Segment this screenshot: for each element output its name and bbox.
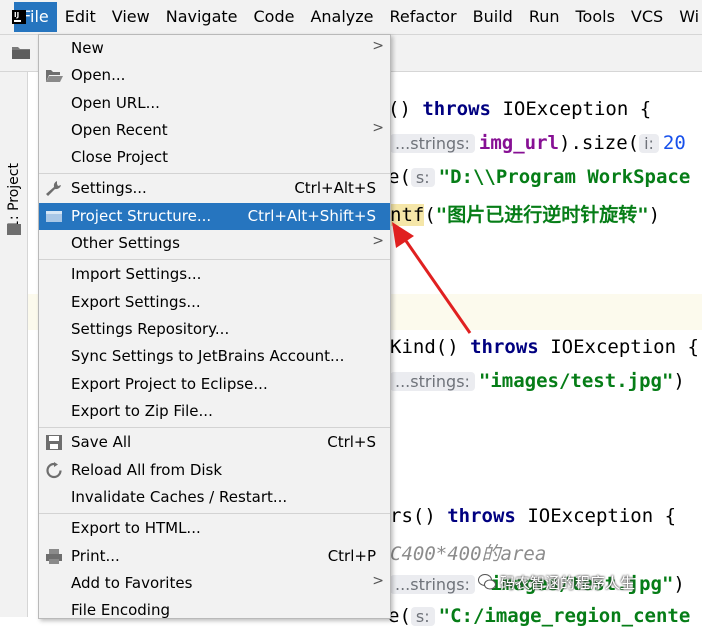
annotation-arrow [392,222,472,334]
wechat-icon [478,574,496,590]
watermark-text: 码农智涵的程序人生 [500,574,636,592]
